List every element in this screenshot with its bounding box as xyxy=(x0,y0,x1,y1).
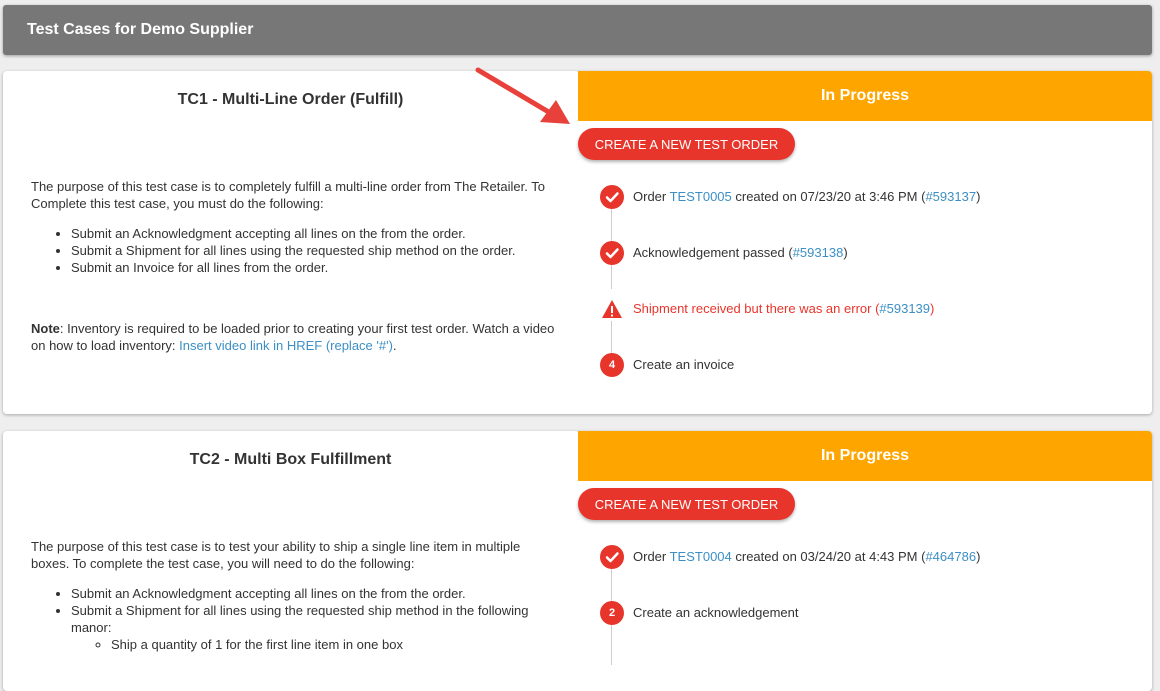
step-label: created on 07/23/20 at 3:46 PM ( xyxy=(731,189,926,204)
list-item-text: Submit a Shipment for all lines using th… xyxy=(71,603,529,635)
step-label: ) xyxy=(976,549,981,564)
status-banner: In Progress xyxy=(578,71,1152,121)
annotation-arrow-icon xyxy=(475,67,570,124)
step-label: ) xyxy=(843,245,848,260)
step-label: ) xyxy=(976,189,981,204)
check-icon xyxy=(600,185,624,209)
page-title: Test Cases for Demo Supplier xyxy=(27,21,254,38)
step-text: Create an acknowledgement xyxy=(633,605,799,620)
step-number: 4 xyxy=(600,353,624,377)
list-item: Submit an Acknowledgment accepting all l… xyxy=(71,585,561,602)
list-item: Submit an Invoice for all lines from the… xyxy=(71,259,561,276)
test-case-progress: In Progress CREATE A NEW TEST ORDER Orde… xyxy=(578,431,1152,691)
step-item: Order TEST0005 created on 07/23/20 at 3:… xyxy=(600,185,1140,209)
list-item: Submit a Shipment for all lines using th… xyxy=(71,602,561,653)
step-text: Order TEST0005 created on 07/23/20 at 3:… xyxy=(633,189,980,204)
step-text: Acknowledgement passed (#593138) xyxy=(633,245,848,260)
description-text: The purpose of this test case is to test… xyxy=(31,539,521,571)
test-case-description: The purpose of this test case is to comp… xyxy=(31,178,561,354)
step-label: ) xyxy=(930,301,935,316)
list-item: Submit a Shipment for all lines using th… xyxy=(71,242,561,259)
test-case-card-tc2: TC2 - Multi Box Fulfillment The purpose … xyxy=(3,431,1152,691)
step-connector xyxy=(611,209,612,241)
step-label: Shipment received but there was an error… xyxy=(633,301,880,316)
requirements-list: Submit an Acknowledgment accepting all l… xyxy=(31,585,561,653)
test-case-info: TC2 - Multi Box Fulfillment The purpose … xyxy=(3,431,578,691)
step-text: Create an invoice xyxy=(633,357,735,372)
note-label: Note xyxy=(31,321,60,336)
order-link[interactable]: TEST0004 xyxy=(670,549,732,564)
status-banner: In Progress xyxy=(578,431,1152,481)
step-item: Shipment received but there was an error… xyxy=(600,297,1140,321)
create-test-order-button[interactable]: CREATE A NEW TEST ORDER xyxy=(578,128,795,160)
step-text: Shipment received but there was an error… xyxy=(633,301,934,316)
video-link[interactable]: Insert video link in HREF (replace '#') xyxy=(179,338,393,353)
step-number: 2 xyxy=(600,601,624,625)
step-label: Order xyxy=(633,189,670,204)
step-item: 2 Create an acknowledgement xyxy=(600,601,1140,625)
create-test-order-button[interactable]: CREATE A NEW TEST ORDER xyxy=(578,488,795,520)
test-case-progress: In Progress CREATE A NEW TEST ORDER Orde… xyxy=(578,71,1152,414)
test-case-title: TC2 - Multi Box Fulfillment xyxy=(189,451,392,468)
step-connector xyxy=(611,569,612,601)
step-connector xyxy=(611,625,612,665)
note-end: . xyxy=(392,338,397,353)
step-text: Order TEST0004 created on 03/24/20 at 4:… xyxy=(633,549,980,564)
step-item: 4 Create an invoice xyxy=(600,353,1140,377)
test-case-description: The purpose of this test case is to test… xyxy=(31,538,561,653)
order-link[interactable]: TEST0005 xyxy=(670,189,732,204)
document-link[interactable]: #464786 xyxy=(925,549,976,564)
check-icon xyxy=(600,545,624,569)
check-icon xyxy=(600,241,624,265)
step-label: created on 03/24/20 at 4:43 PM ( xyxy=(731,549,926,564)
step-item: Acknowledgement passed (#593138) xyxy=(600,241,1140,265)
sub-requirements-list: Ship a quantity of 1 for the first line … xyxy=(71,636,561,653)
list-item: Submit an Acknowledgment accepting all l… xyxy=(71,225,561,242)
description-text: The purpose of this test case is to comp… xyxy=(31,179,545,211)
requirements-list: Submit an Acknowledgment accepting all l… xyxy=(31,225,561,276)
document-link[interactable]: #593138 xyxy=(793,245,844,260)
document-link[interactable]: #593139 xyxy=(879,301,930,316)
step-label: Acknowledgement passed ( xyxy=(633,245,793,260)
document-link[interactable]: #593137 xyxy=(925,189,976,204)
step-connector xyxy=(611,321,612,353)
note-paragraph: Note: Inventory is required to be loaded… xyxy=(31,320,561,354)
warning-icon xyxy=(600,297,624,321)
step-label: Order xyxy=(633,549,670,564)
list-item: Ship a quantity of 1 for the first line … xyxy=(111,636,561,653)
page-header: Test Cases for Demo Supplier xyxy=(3,5,1152,55)
step-item: Order TEST0004 created on 03/24/20 at 4:… xyxy=(600,545,1140,569)
step-connector xyxy=(611,265,612,289)
